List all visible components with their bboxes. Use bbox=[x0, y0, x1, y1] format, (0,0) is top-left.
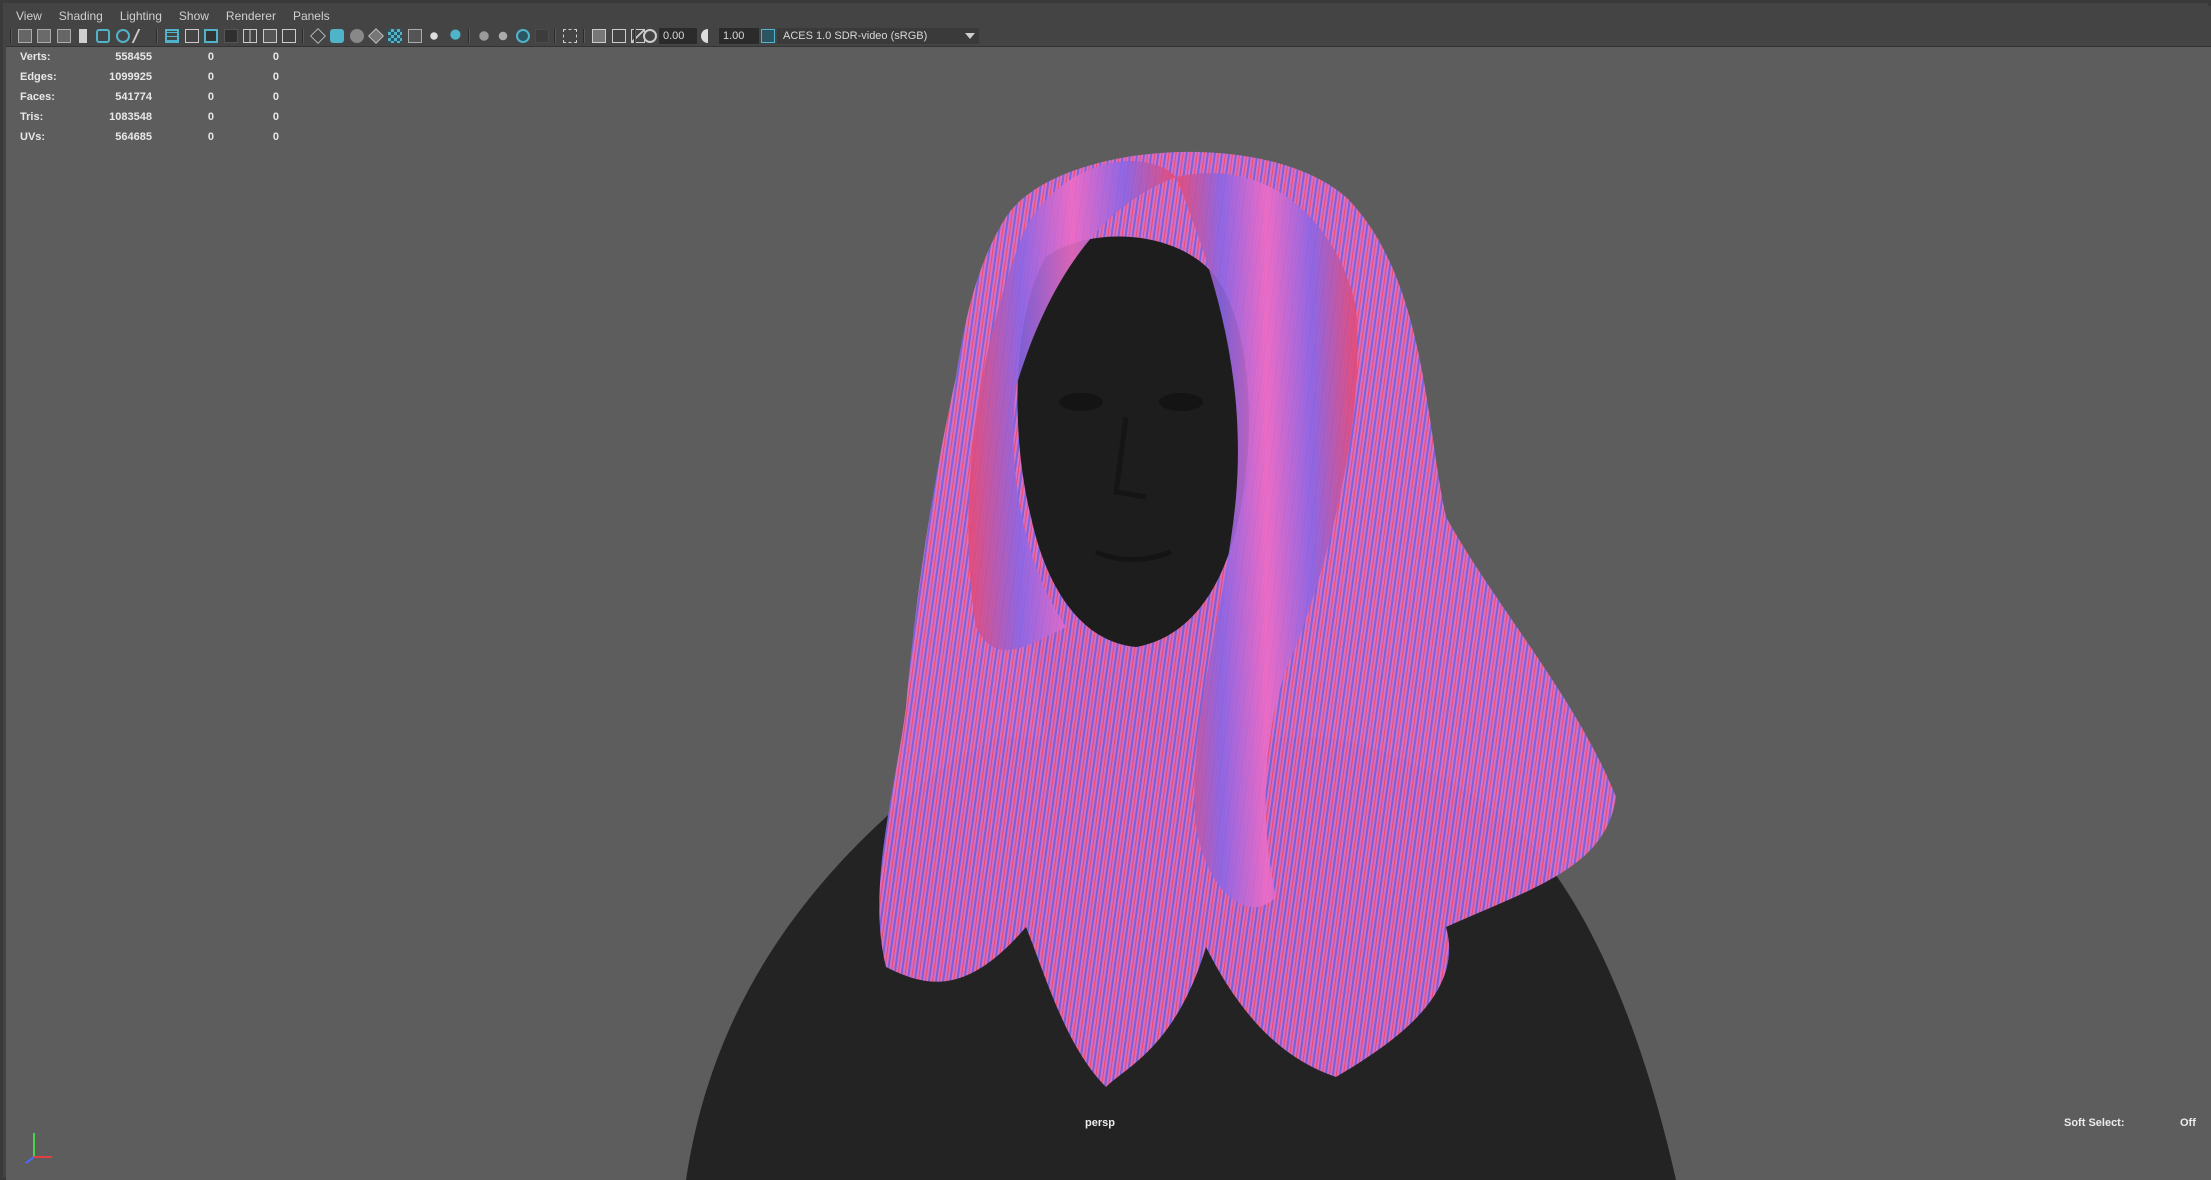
right-eye bbox=[1159, 393, 1203, 411]
wireframe-on-shaded-icon[interactable] bbox=[368, 28, 384, 44]
toolbar-separator bbox=[554, 29, 556, 43]
xray-icon[interactable] bbox=[388, 29, 402, 43]
hud-row-faces: Faces: 541774 0 0 bbox=[20, 87, 280, 107]
field-chart-icon[interactable] bbox=[224, 29, 238, 43]
hud-value: 0 bbox=[272, 91, 279, 103]
color-space-dropdown[interactable]: ACES 1.0 SDR-video (sRGB) bbox=[777, 28, 979, 44]
toolbar-separator bbox=[634, 29, 636, 43]
panel-menu-bar: View Shading Lighting Show Renderer Pane… bbox=[6, 6, 2211, 26]
camera-attributes-icon[interactable] bbox=[37, 29, 51, 43]
chevron-down-icon bbox=[965, 33, 975, 39]
hud-value: 0 bbox=[207, 131, 214, 143]
poly-count-hud: Verts: 558455 0 0 Edges: 1099925 0 0 Fac… bbox=[20, 47, 280, 147]
toolbar-separator bbox=[302, 29, 304, 43]
left-eye bbox=[1059, 393, 1103, 411]
safe-title-icon[interactable] bbox=[282, 29, 296, 43]
hud-value: 541774 bbox=[115, 91, 152, 103]
isolate-select-icon[interactable] bbox=[563, 29, 577, 43]
2d-pan-zoom-icon[interactable] bbox=[116, 29, 130, 43]
toolbar-separator bbox=[468, 29, 470, 43]
image-plane-icon[interactable] bbox=[79, 29, 87, 43]
multisample-aa-icon[interactable] bbox=[516, 29, 530, 43]
color-management-icon[interactable] bbox=[761, 29, 775, 43]
hud-value: 1099925 bbox=[109, 71, 152, 83]
xray-active-icon[interactable] bbox=[612, 29, 626, 43]
safe-action-icon[interactable] bbox=[243, 29, 257, 43]
hud-value: 0 bbox=[207, 51, 214, 63]
exposure-icon[interactable] bbox=[643, 29, 657, 43]
motion-blur-icon[interactable] bbox=[496, 29, 510, 43]
hud-row-tris: Tris: 1083548 0 0 bbox=[20, 107, 280, 127]
hud-value: 0 bbox=[207, 111, 214, 123]
menu-lighting[interactable]: Lighting bbox=[120, 9, 162, 23]
menu-view[interactable]: View bbox=[16, 9, 42, 23]
menu-panels[interactable]: Panels bbox=[293, 9, 330, 23]
grid-icon[interactable] bbox=[131, 29, 153, 43]
use-default-material-icon[interactable] bbox=[350, 29, 364, 43]
hud-value: 0 bbox=[272, 131, 279, 143]
hud-value: 0 bbox=[207, 91, 214, 103]
scene-render bbox=[686, 151, 1676, 1180]
toolbar-separator bbox=[10, 29, 12, 43]
hud-row-verts: Verts: 558455 0 0 bbox=[20, 47, 280, 67]
depth-of-field-icon[interactable] bbox=[535, 29, 549, 43]
wireframe-icon[interactable] bbox=[310, 28, 326, 44]
3d-viewport[interactable]: Verts: 558455 0 0 Edges: 1099925 0 0 Fac… bbox=[6, 47, 2211, 1180]
color-space-label: ACES 1.0 SDR-video (sRGB) bbox=[783, 30, 928, 42]
hud-value: 558455 bbox=[115, 51, 152, 63]
shadows-icon[interactable] bbox=[447, 29, 461, 43]
hud-value: 0 bbox=[207, 71, 214, 83]
hud-label: Tris: bbox=[20, 111, 44, 123]
gate-mask-icon[interactable] bbox=[204, 29, 218, 43]
smooth-shade-icon[interactable] bbox=[330, 29, 344, 43]
screen-space-ao-icon[interactable] bbox=[477, 29, 491, 43]
hud-row-uvs: UVs: 564685 0 0 bbox=[20, 127, 280, 147]
menu-show[interactable]: Show bbox=[179, 9, 209, 23]
toolbar-separator bbox=[156, 29, 158, 43]
hud-label: Faces: bbox=[20, 91, 55, 103]
menu-shading[interactable]: Shading bbox=[59, 9, 103, 23]
safe-title-icon[interactable] bbox=[263, 29, 277, 43]
hud-value: 564685 bbox=[115, 131, 152, 143]
hud-value: 1083548 bbox=[109, 111, 152, 123]
toolbar-separator bbox=[583, 29, 585, 43]
select-camera-icon[interactable] bbox=[18, 29, 32, 43]
gamma-icon[interactable] bbox=[701, 29, 715, 43]
lights-icon[interactable] bbox=[427, 29, 441, 43]
gamma-field[interactable]: 1.00 bbox=[719, 28, 759, 44]
hud-label: Edges: bbox=[20, 71, 57, 83]
hud-value: 0 bbox=[272, 71, 279, 83]
hud-label: Verts: bbox=[20, 51, 51, 63]
maya-viewport-panel: View Shading Lighting Show Renderer Pane… bbox=[0, 0, 2211, 1180]
xray-joints-icon[interactable] bbox=[592, 29, 606, 43]
hud-row-edges: Edges: 1099925 0 0 bbox=[20, 67, 280, 87]
grease-pencil-icon[interactable] bbox=[96, 29, 110, 43]
axis-gizmo-icon bbox=[25, 1133, 52, 1164]
camera-name-label: persp bbox=[1085, 1117, 1115, 1129]
menu-renderer[interactable]: Renderer bbox=[226, 9, 276, 23]
bookmarks-icon[interactable] bbox=[57, 29, 71, 43]
hud-value: 0 bbox=[272, 51, 279, 63]
soft-select-value: Off bbox=[2180, 1117, 2196, 1129]
film-gate-icon[interactable] bbox=[165, 29, 179, 43]
exposure-field[interactable]: 0.00 bbox=[659, 28, 697, 44]
textured-icon[interactable] bbox=[408, 29, 422, 43]
panel-toolbar: 0.00 1.00 ACES 1.0 SDR-video (sRGB) bbox=[6, 26, 2211, 47]
soft-select-label: Soft Select: bbox=[2064, 1117, 2125, 1129]
hud-label: UVs: bbox=[20, 131, 46, 143]
hud-value: 0 bbox=[272, 111, 279, 123]
resolution-gate-icon[interactable] bbox=[185, 29, 199, 43]
